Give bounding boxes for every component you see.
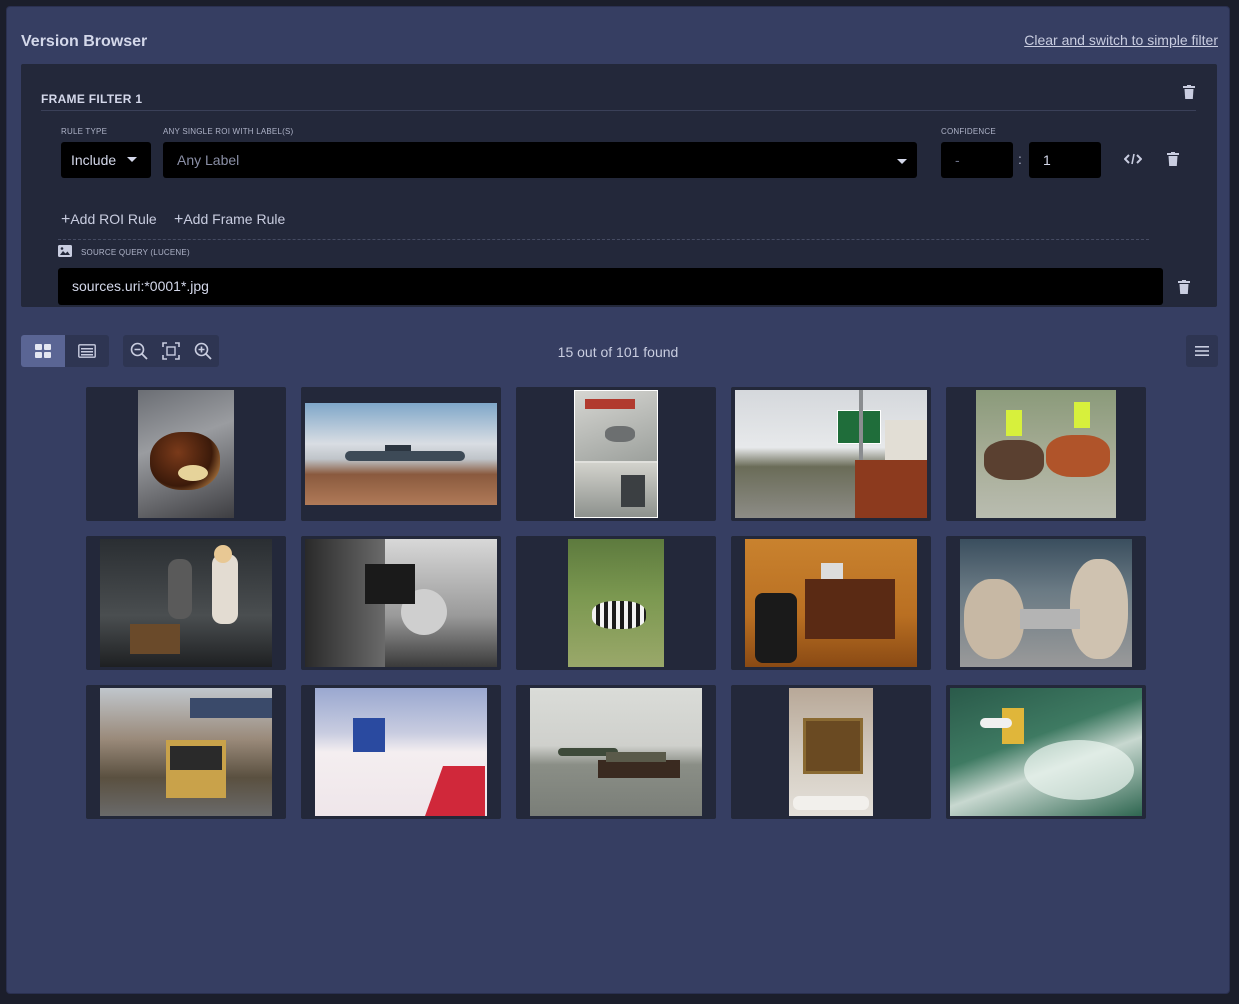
office-desk-thumbnail (745, 539, 917, 667)
image-icon (58, 245, 72, 257)
thumbnail-tile[interactable] (301, 536, 501, 670)
results-count: 15 out of 101 found (557, 344, 679, 360)
rule-type-value: Include (71, 152, 117, 168)
add-roi-rule-label: Add ROI Rule (70, 211, 157, 227)
boat-thumbnail (530, 688, 702, 816)
teddy-bears-thumbnail (960, 539, 1132, 667)
thumbnail-tile[interactable] (86, 685, 286, 819)
thumbnail-tile[interactable] (86, 536, 286, 670)
thumbnail-tile[interactable] (516, 387, 716, 521)
horse-riders-thumbnail (976, 390, 1116, 518)
confidence-min-input[interactable]: - (941, 142, 1013, 178)
add-roi-rule-button[interactable]: +Add ROI Rule (61, 211, 157, 229)
frame-filter-box: FRAME FILTER 1 RULE TYPE Include ANY SIN… (21, 64, 1217, 307)
delete-source-query-icon[interactable] (1178, 280, 1190, 294)
thumbnail-tile[interactable] (86, 387, 286, 521)
clear-filter-link[interactable]: Clear and switch to simple filter (1024, 32, 1218, 48)
source-query-input[interactable]: sources.uri:*0001*.jpg (58, 268, 1163, 305)
code-icon[interactable] (1124, 153, 1142, 165)
confidence-separator: : (1018, 151, 1022, 167)
confidence-max-value: 1 (1043, 152, 1051, 168)
thumbnail-tile[interactable] (516, 536, 716, 670)
confidence-min-value: - (955, 152, 960, 168)
thumbnail-tile[interactable] (731, 685, 931, 819)
divider (41, 110, 1196, 111)
delete-rule-icon[interactable] (1167, 152, 1179, 166)
skiers-thumbnail (315, 688, 487, 816)
add-frame-rule-button[interactable]: +Add Frame Rule (174, 211, 285, 229)
confidence-label: CONFIDENCE (941, 127, 996, 136)
surfer-thumbnail (950, 688, 1142, 816)
version-browser-panel: Version Browser Clear and switch to simp… (6, 6, 1230, 994)
frame-filter-title: FRAME FILTER 1 (41, 92, 143, 106)
thumbnail-tile[interactable] (731, 536, 931, 670)
zebra-thumbnail (568, 539, 664, 667)
roi-label-placeholder: Any Label (177, 152, 240, 168)
thumbnail-tile[interactable] (516, 685, 716, 819)
thumbnail-tile[interactable] (301, 387, 501, 521)
thumbnail-tile[interactable] (301, 685, 501, 819)
baby-sink-thumbnail (305, 539, 497, 667)
airplane-thumbnail (305, 403, 497, 505)
street-sign-thumbnail (735, 390, 927, 518)
chevron-down-icon (127, 157, 137, 162)
donut-thumbnail (138, 390, 234, 518)
bathroom-fixtures-thumbnail (574, 390, 658, 518)
menu-button[interactable] (1186, 335, 1218, 367)
panel-title: Version Browser (21, 33, 148, 50)
thumbnail-tile[interactable] (731, 387, 931, 521)
bus-thumbnail (100, 688, 272, 816)
add-frame-rule-label: Add Frame Rule (183, 211, 286, 227)
bathroom-mirror-thumbnail (789, 688, 873, 816)
confidence-max-input[interactable]: 1 (1029, 142, 1101, 178)
roi-label-label: ANY SINGLE ROI WITH LABEL(S) (163, 127, 294, 136)
divider (58, 239, 1149, 240)
source-query-value: sources.uri:*0001*.jpg (72, 278, 209, 294)
thumbnail-tile[interactable] (946, 536, 1146, 670)
roi-label-select[interactable]: Any Label (163, 142, 917, 178)
rule-type-select[interactable]: Include (61, 142, 151, 178)
hamburger-icon (1195, 346, 1209, 356)
plus-icon: + (61, 211, 71, 228)
thumbnail-tile[interactable] (946, 685, 1146, 819)
party-thumbnail (100, 539, 272, 667)
rule-type-label: RULE TYPE (61, 127, 108, 136)
delete-filter-icon[interactable] (1183, 85, 1195, 99)
source-query-label: SOURCE QUERY (LUCENE) (81, 248, 190, 257)
plus-icon: + (174, 211, 184, 228)
chevron-down-icon (897, 159, 907, 164)
thumbnail-tile[interactable] (946, 387, 1146, 521)
